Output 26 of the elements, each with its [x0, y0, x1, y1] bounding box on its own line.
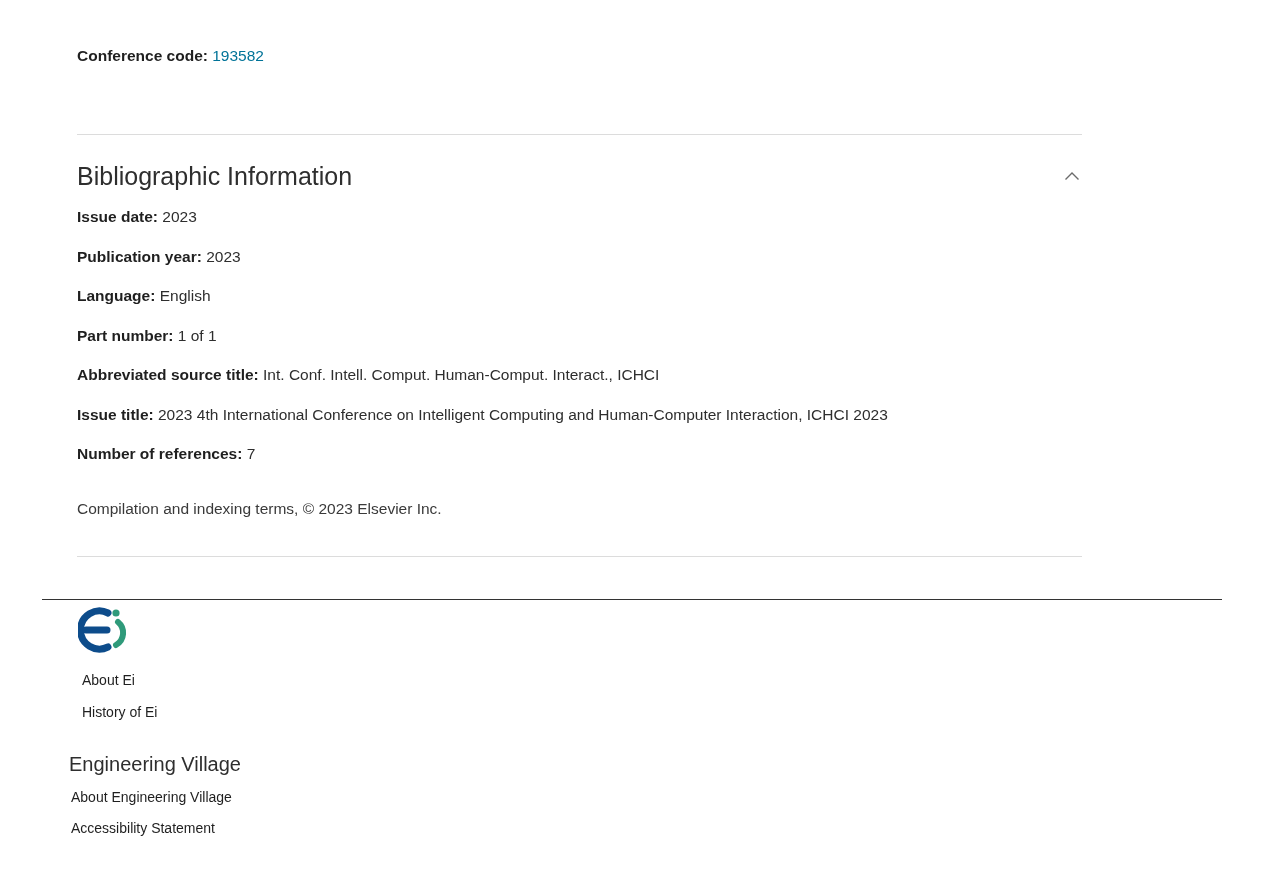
footer-heading: Engineering Village: [69, 752, 242, 777]
chevron-up-icon: [1064, 171, 1080, 181]
field-label: Number of references:: [77, 445, 243, 462]
field-label: Part number:: [77, 326, 174, 344]
field-value: English: [159, 287, 211, 304]
field-label: Publication year:: [77, 247, 202, 265]
conference-code-link[interactable]: 193582: [212, 47, 264, 64]
field-value: 2023: [206, 247, 241, 265]
copyright-text: Compilation and indexing terms, © 2023 Elsevier Inc.: [77, 499, 443, 519]
field-label: Issue title:: [77, 405, 154, 423]
field-value: 2023 4th International Conference on Intelligent Computing and Human-Computer Interaction, ICHCI 2023: [158, 405, 888, 423]
field-label: Abbreviated source title:: [77, 366, 259, 383]
field-value: 7: [246, 445, 256, 462]
logo-icon: [78, 605, 128, 655]
field-value: Int. Conf. Intell. Comput. Human-Comput. Interact., ICHCI: [263, 366, 660, 383]
footer-link[interactable]: About Ei: [82, 670, 135, 690]
field-value: 1 of 1: [177, 326, 217, 344]
field-label: Language:: [77, 287, 156, 304]
section-title: Bibliographic Information: [77, 161, 353, 192]
footer-link[interactable]: History of Ei: [82, 702, 158, 722]
field-value: 2023: [162, 208, 197, 225]
field-label: Issue date:: [77, 208, 158, 225]
footer-link[interactable]: About Engineering Village: [71, 787, 232, 807]
collapse-toggle-button[interactable]: [1064, 171, 1080, 181]
field-label: Conference code:: [77, 47, 208, 64]
footer-link[interactable]: Accessibility Statement: [71, 818, 215, 838]
